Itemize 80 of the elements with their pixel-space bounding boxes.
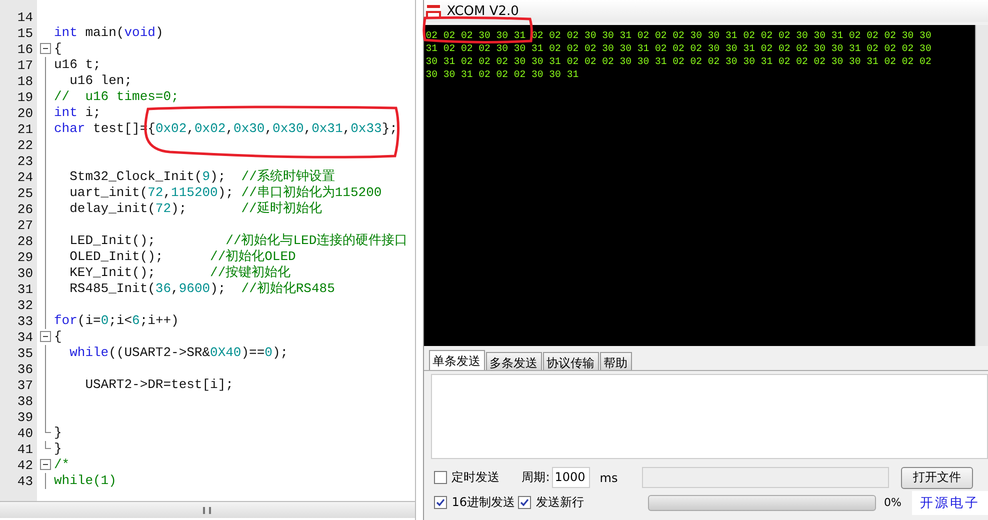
line-number: 39: [16, 410, 33, 424]
line-number: 20: [16, 106, 33, 120]
line-number: 34: [16, 330, 33, 344]
line-number: 41: [16, 442, 33, 456]
checkbox-label: 16进制发送: [452, 494, 515, 511]
send-input-field[interactable]: [430, 374, 988, 459]
tab[interactable]: 帮助: [600, 352, 632, 370]
period-label: 周期:: [522, 469, 550, 486]
code-line: OLED_Init(); //初始化OLED: [68, 249, 296, 265]
collapse-icon[interactable]: [40, 331, 51, 342]
line-number: 40: [16, 426, 33, 440]
line-number: 24: [16, 170, 33, 184]
checkbox-label: 定时发送: [452, 469, 501, 486]
window-title: XCOM V2.0: [446, 4, 519, 18]
code-line: USART2->DR=test[i];: [84, 377, 234, 393]
code-line: {: [54, 41, 62, 57]
checkbox[interactable]: [434, 496, 447, 509]
collapse-icon[interactable]: [40, 459, 51, 470]
unit-label: ms: [600, 470, 619, 484]
code-line: }: [54, 441, 62, 457]
line-number: 25: [16, 186, 33, 200]
line-number: 27: [16, 218, 33, 232]
collapse-icon[interactable]: [40, 43, 51, 54]
open-file-button[interactable]: 打开文件: [900, 466, 973, 488]
line-number: 29: [16, 250, 33, 264]
received-data-line: 30 30 31 02 02 02 30 30 31: [426, 68, 580, 81]
code-line: Stm32_Clock_Init(9); //系统时钟设置: [68, 169, 335, 185]
line-number: 38: [16, 394, 33, 408]
period-input-field[interactable]: 1000: [552, 467, 590, 488]
code-line: // u16 times=0;: [54, 89, 179, 105]
code-line: }: [54, 425, 62, 441]
line-number: 31: [16, 282, 33, 296]
line-number: 35: [16, 346, 33, 360]
code-line: while((USART2->SR&0X40)==0);: [68, 345, 288, 361]
line-number: 26: [16, 202, 33, 216]
received-data-line: 30 31 02 02 02 30 30 31 02 02 02 30 30 31 02 02 02 30 30 31 02 02 02 30 30 31 02 02 02: [426, 55, 932, 68]
tab[interactable]: 多条发送: [486, 352, 542, 370]
code-line: int main(void): [54, 25, 164, 41]
code-line: int i;: [54, 105, 101, 121]
code-line: LED_Init(); //初始化与LED连接的硬件接口: [68, 233, 408, 249]
line-number: 32: [16, 298, 33, 312]
code-line: {: [54, 329, 62, 345]
code-line: u16 len;: [68, 73, 132, 89]
received-data-line: 31 02 02 02 30 30 31 02 02 02 30 30 31 02 02 02 30 30 31 02 02 02 30 30 31 02 02 02 30: [426, 42, 932, 55]
line-number: 17: [16, 58, 33, 72]
file-path-field[interactable]: [642, 467, 889, 488]
line-number: 18: [16, 74, 33, 88]
line-number: 42: [16, 458, 33, 472]
line-number: 16: [16, 42, 33, 56]
tab[interactable]: 协议传输: [542, 352, 599, 370]
checkbox-label: 发送新行: [536, 494, 585, 511]
line-number: 21: [16, 122, 33, 136]
line-number: 30: [16, 266, 33, 280]
app-logo-icon: [426, 3, 441, 19]
line-number: 37: [16, 378, 33, 392]
vertical-scrollbar[interactable]: [975, 25, 988, 346]
grip-icon: [203, 506, 212, 514]
brand-label: 开源电子: [912, 490, 988, 514]
code-line: RS485_Init(36,9600); //初始化RS485: [68, 281, 335, 297]
code-line: delay_init(72); //延时初始化: [68, 201, 322, 217]
tab[interactable]: 单条发送: [428, 350, 485, 370]
checkbox[interactable]: [434, 471, 447, 484]
line-number: 15: [16, 26, 33, 40]
progress-reading: 0%: [884, 496, 902, 509]
line-number: 36: [16, 362, 33, 376]
code-line: while(1): [54, 473, 116, 489]
line-number: 14: [16, 10, 33, 24]
line-number: 33: [16, 314, 33, 328]
horizontal-scrollbar[interactable]: [0, 501, 415, 518]
line-number: 28: [16, 234, 33, 248]
line-number: 19: [16, 90, 33, 104]
code-line: for(i=0;i<6;i++): [54, 313, 179, 329]
line-number: 22: [16, 138, 33, 152]
checkbox[interactable]: [518, 496, 531, 509]
line-number: 43: [16, 474, 33, 488]
code-line: u16 t;: [54, 57, 101, 73]
line-number: 23: [16, 154, 33, 168]
code-line: uart_init(72,115200); //串口初始化为115200: [68, 185, 382, 201]
code-line: KEY_Init(); //按键初始化: [68, 265, 291, 281]
code-line: /*: [54, 457, 70, 473]
